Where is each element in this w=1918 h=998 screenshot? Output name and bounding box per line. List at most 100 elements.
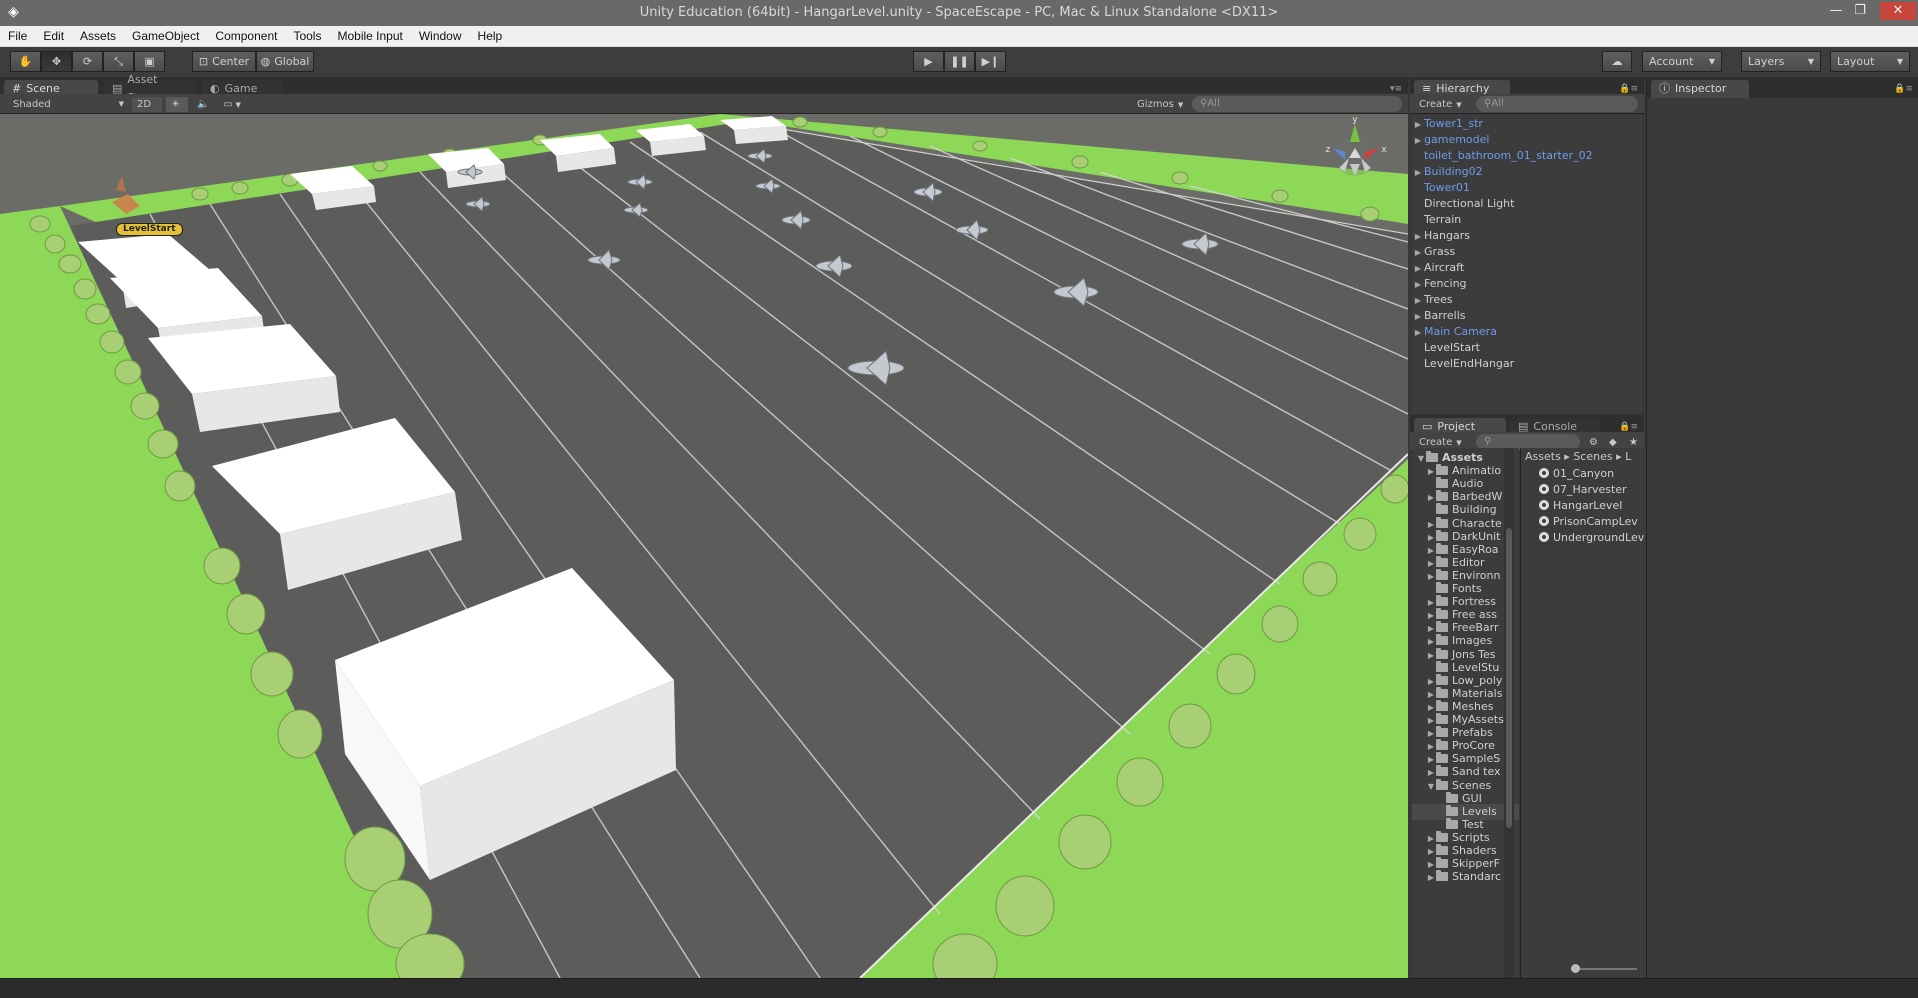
project-folder-label: Shaders <box>1452 844 1497 857</box>
restore-button[interactable]: ❐ <box>1846 2 1874 20</box>
scrollbar-thumb[interactable] <box>1506 528 1512 828</box>
slider-knob[interactable] <box>1571 964 1580 973</box>
playback-controls: ▶ ❚❚ ▶❙ <box>913 51 1006 72</box>
project-folder-label: DarkUnit <box>1452 529 1501 543</box>
effects-dropdown[interactable]: ▭ ▼ <box>218 97 250 112</box>
rect-tool-button[interactable]: ▣ <box>134 51 165 72</box>
project-tree-scrollbar[interactable] <box>1504 448 1514 978</box>
scene-search-input[interactable]: ⚲All <box>1192 96 1402 112</box>
expand-arrow-icon[interactable]: ▶ <box>1412 245 1424 261</box>
scene-asset-item[interactable]: HangarLevel <box>1539 498 1622 514</box>
scene-asset-item[interactable]: UndergroundLev <box>1539 530 1644 546</box>
audio-toggle[interactable]: 🔈 <box>192 97 214 112</box>
gizmos-label: Gizmos <box>1137 99 1174 110</box>
scale-tool-button[interactable]: ⤡ <box>103 51 134 72</box>
chevron-down-icon: ▼ <box>1708 57 1715 66</box>
menu-gameobject[interactable]: GameObject <box>124 26 207 47</box>
toggle-2d-button[interactable]: 2D <box>132 97 162 112</box>
hierarchy-item[interactable]: ▶ Grass <box>1412 244 1455 260</box>
project-folder-label: SkipperF <box>1452 857 1500 871</box>
shading-mode-dropdown[interactable]: Shaded ▼ <box>8 97 128 112</box>
hierarchy-create-dropdown[interactable]: Create ▼ <box>1414 97 1470 112</box>
hierarchy-item[interactable]: ▶ Tower1_str <box>1412 116 1483 132</box>
expand-arrow-icon[interactable]: ▶ <box>1412 325 1424 341</box>
hierarchy-item[interactable]: ▶ Trees <box>1412 292 1453 308</box>
menu-help[interactable]: Help <box>470 26 511 47</box>
asset-size-slider[interactable] <box>1571 964 1637 973</box>
close-button[interactable]: ✕ <box>1880 2 1916 20</box>
hierarchy-item[interactable]: LevelEndHangar <box>1412 356 1514 372</box>
panel-menu-icon[interactable]: 🔒≡ <box>1894 84 1913 94</box>
scene-asset-item[interactable]: PrisonCampLev <box>1539 514 1638 530</box>
pause-button[interactable]: ❚❚ <box>944 51 975 72</box>
hierarchy-item-label: Aircraft <box>1424 261 1465 274</box>
expand-arrow-icon[interactable]: ▶ <box>1412 165 1424 181</box>
cloud-button[interactable]: ☁ <box>1602 51 1632 72</box>
layers-label: Layers <box>1748 55 1785 68</box>
hand-tool-button[interactable]: ✋ <box>10 51 41 72</box>
panel-menu-icon[interactable]: ▾≡ <box>1390 84 1402 94</box>
hierarchy-item[interactable]: ▶ Building02 <box>1412 164 1483 180</box>
hierarchy-item-label: Tower01 <box>1424 181 1470 194</box>
step-button[interactable]: ▶❙ <box>975 51 1006 72</box>
layers-dropdown[interactable]: Layers ▼ <box>1741 51 1821 72</box>
tab-inspector[interactable]: ⓘ Inspector <box>1651 80 1749 98</box>
folder-icon <box>1436 857 1448 869</box>
hierarchy-item[interactable]: toilet_bathroom_01_starter_02 <box>1412 148 1593 164</box>
hierarchy-item[interactable]: Terrain <box>1412 212 1461 228</box>
play-button[interactable]: ▶ <box>913 51 944 72</box>
expand-arrow-icon[interactable]: ▶ <box>1412 309 1424 325</box>
scene-asset-item[interactable]: 07_Harvester <box>1539 482 1627 498</box>
expand-arrow-icon[interactable]: ▶ <box>1412 277 1424 293</box>
expand-arrow-icon[interactable]: ▶ <box>1412 133 1424 149</box>
rotate-tool-button[interactable]: ⟳ <box>72 51 103 72</box>
lighting-toggle[interactable]: ☀ <box>166 97 188 112</box>
expand-arrow-icon[interactable]: ▶ <box>1412 261 1424 277</box>
hierarchy-item-label: Fencing <box>1424 277 1467 290</box>
hierarchy-item-label: Trees <box>1424 293 1453 306</box>
breadcrumb[interactable]: Assets ▸ Scenes ▸ L <box>1525 450 1631 463</box>
hierarchy-item[interactable]: LevelStart <box>1412 340 1480 356</box>
hierarchy-item[interactable]: ▶ Hangars <box>1412 228 1470 244</box>
account-dropdown[interactable]: Account ▼ <box>1642 51 1722 72</box>
expand-arrow-icon[interactable]: ▶ <box>1412 229 1424 245</box>
menu-window[interactable]: Window <box>411 26 470 47</box>
menu-file[interactable]: File <box>0 26 35 47</box>
step-icon: ▶❙ <box>981 55 1000 68</box>
pivot-icon: ⊡ <box>198 55 209 68</box>
pivot-global-button[interactable]: ◍ Global <box>256 51 314 72</box>
hierarchy-item[interactable]: ▶ gamemodel <box>1412 132 1490 149</box>
folder-icon <box>1436 582 1448 593</box>
menu-mobile-input[interactable]: Mobile Input <box>329 26 410 47</box>
expand-arrow-icon[interactable]: ▶ <box>1412 117 1424 133</box>
expand-arrow-icon[interactable]: ▶ <box>1412 293 1424 309</box>
folder-icon <box>1436 490 1448 502</box>
layout-dropdown[interactable]: Layout ▼ <box>1830 51 1910 72</box>
hierarchy-item[interactable]: ▶ Fencing <box>1412 276 1467 292</box>
globe-icon: ◍ <box>260 55 271 68</box>
scene-viewport[interactable]: y x z LevelStart <box>0 114 1408 978</box>
project-folder-item[interactable]: ▶ Standarc <box>1412 869 1519 885</box>
pivot-center-button[interactable]: ⊡ Center <box>192 51 256 72</box>
project-folder-label: Assets <box>1442 451 1483 464</box>
scene-asset-label: 07_Harvester <box>1553 483 1627 496</box>
panel-menu-icon[interactable]: 🔒≡ <box>1619 84 1638 94</box>
gizmos-dropdown[interactable]: Gizmos ▼ <box>1132 97 1188 112</box>
scene-asset-item[interactable]: 01_Canyon <box>1539 466 1614 482</box>
hierarchy-item[interactable]: Tower01 <box>1412 180 1470 196</box>
pivot-center-label: Center <box>212 55 250 68</box>
rotate-icon: ⟳ <box>82 55 93 68</box>
hierarchy-item[interactable]: ▶ Main Camera <box>1412 324 1497 340</box>
hierarchy-item[interactable]: ▶ Aircraft <box>1412 260 1464 276</box>
expand-arrow-icon[interactable]: ▶ <box>1426 870 1436 886</box>
hierarchy-item[interactable]: Directional Light <box>1412 196 1514 212</box>
panel-menu-icon[interactable]: 🔒≡ <box>1619 422 1638 432</box>
hierarchy-search-input[interactable]: ⚲All <box>1476 96 1638 112</box>
move-tool-button[interactable]: ✥ <box>41 51 72 72</box>
hierarchy-item[interactable]: ▶ Barrells <box>1412 308 1466 324</box>
menu-tools[interactable]: Tools <box>285 26 329 47</box>
menu-component[interactable]: Component <box>207 26 285 47</box>
project-folder-label: Test <box>1462 817 1484 831</box>
menu-edit[interactable]: Edit <box>35 26 72 47</box>
menu-assets[interactable]: Assets <box>72 26 124 47</box>
